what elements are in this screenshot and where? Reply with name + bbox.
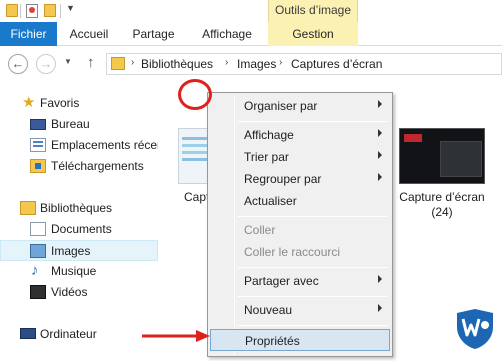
nav-item-label: Téléchargements bbox=[51, 159, 144, 173]
menu-separator bbox=[238, 121, 388, 122]
menu-item-label: Propriétés bbox=[245, 334, 300, 348]
downloads-icon bbox=[30, 159, 46, 173]
menu-item-label: Nouveau bbox=[244, 303, 293, 317]
address-bar[interactable]: › Bibliothèques › Images › Captures d’éc… bbox=[106, 53, 502, 75]
breadcrumb-bibliotheques[interactable]: Bibliothèques bbox=[141, 57, 213, 71]
menu-item-label: Coller bbox=[244, 223, 276, 237]
file-thumbnail[interactable] bbox=[399, 128, 485, 184]
menu-item-label: Affichage bbox=[244, 128, 294, 142]
file-name[interactable]: Capt bbox=[184, 190, 209, 204]
ribbon-tabs: Fichier Accueil Partage Affichage Gestio… bbox=[0, 22, 502, 46]
folder-icon bbox=[111, 57, 125, 70]
context-menu: Organiser par Affichage Trier par Regrou… bbox=[207, 92, 393, 357]
file-name[interactable]: Capture d’écran (24) bbox=[392, 190, 492, 220]
menu-item-label: Actualiser bbox=[244, 194, 297, 208]
breadcrumb-chevron-icon[interactable]: › bbox=[131, 57, 134, 68]
navigation-bar: ← → ▼ ↑ › Bibliothèques › Images › Captu… bbox=[0, 47, 502, 81]
menu-item-label: Organiser par bbox=[244, 99, 318, 113]
menu-separator bbox=[238, 325, 388, 326]
libraries-icon bbox=[20, 201, 36, 215]
nav-item-documents[interactable]: Documents bbox=[0, 219, 158, 240]
documents-icon bbox=[30, 222, 46, 236]
nav-item-label: Bibliothèques bbox=[40, 201, 113, 215]
tab-accueil[interactable]: Accueil bbox=[57, 22, 121, 46]
menu-item-nouveau[interactable]: Nouveau bbox=[210, 299, 390, 321]
separator bbox=[20, 4, 21, 18]
computer-icon bbox=[20, 328, 36, 339]
recent-locations-icon[interactable]: ▼ bbox=[64, 57, 72, 66]
submenu-arrow-icon bbox=[378, 173, 382, 181]
nav-item-emplacements[interactable]: Emplacements récer bbox=[0, 135, 162, 156]
recent-places-icon bbox=[30, 138, 46, 152]
menu-separator bbox=[238, 267, 388, 268]
submenu-arrow-icon bbox=[378, 275, 382, 283]
nav-item-label: Bureau bbox=[51, 117, 90, 131]
properties-icon[interactable] bbox=[26, 4, 38, 18]
menu-item-regrouper-par[interactable]: Regrouper par bbox=[210, 168, 390, 190]
tab-affichage[interactable]: Affichage bbox=[186, 22, 268, 46]
nav-item-label: Images bbox=[51, 244, 91, 258]
nav-item-label: Emplacements récer bbox=[51, 138, 162, 152]
submenu-arrow-icon bbox=[378, 151, 382, 159]
music-icon: ♪ bbox=[31, 262, 39, 279]
watermark-logo-icon bbox=[457, 309, 493, 349]
menu-item-coller[interactable]: Coller bbox=[210, 219, 390, 241]
tab-gestion[interactable]: Gestion bbox=[268, 22, 358, 46]
nav-item-label: Ordinateur bbox=[40, 327, 97, 341]
file-name-count: (24) bbox=[431, 205, 453, 219]
tab-fichier[interactable]: Fichier bbox=[0, 22, 57, 46]
submenu-arrow-icon bbox=[378, 100, 382, 108]
nav-item-images[interactable]: Images bbox=[0, 240, 158, 261]
nav-item-bibliotheques[interactable]: Bibliothèques bbox=[0, 198, 158, 219]
customize-toolbar-icon[interactable]: ▼ bbox=[66, 3, 75, 13]
menu-item-label: Regrouper par bbox=[244, 172, 322, 186]
menu-separator bbox=[238, 216, 388, 217]
navigation-pane: ★ Favoris Bureau Emplacements récer Télé… bbox=[0, 81, 162, 361]
menu-item-label: Coller le raccourci bbox=[244, 245, 341, 259]
menu-item-coller-raccourci[interactable]: Coller le raccourci bbox=[210, 241, 390, 263]
nav-item-label: Musique bbox=[51, 264, 97, 278]
star-icon: ★ bbox=[22, 94, 36, 111]
up-button[interactable]: ↑ bbox=[87, 54, 95, 71]
menu-item-actualiser[interactable]: Actualiser bbox=[210, 190, 390, 212]
nav-item-ordinateur[interactable]: Ordinateur bbox=[0, 324, 158, 345]
breadcrumb-chevron-icon[interactable]: › bbox=[225, 57, 228, 68]
forward-button[interactable]: → bbox=[36, 54, 56, 74]
nav-item-label: Documents bbox=[51, 222, 112, 236]
menu-item-partager-avec[interactable]: Partager avec bbox=[210, 270, 390, 292]
nav-item-videos[interactable]: Vidéos bbox=[0, 282, 158, 303]
back-button[interactable]: ← bbox=[8, 54, 28, 74]
submenu-arrow-icon bbox=[378, 304, 382, 312]
menu-item-trier-par[interactable]: Trier par bbox=[210, 146, 390, 168]
menu-item-label: Partager avec bbox=[244, 274, 319, 288]
annotation-arrow-icon bbox=[142, 330, 210, 342]
nav-item-telechargements[interactable]: Téléchargements bbox=[0, 156, 158, 177]
breadcrumb-chevron-icon[interactable]: › bbox=[279, 57, 282, 68]
nav-item-musique[interactable]: ♪ Musique bbox=[0, 261, 158, 282]
file-name-line: Capture d’écran bbox=[399, 190, 485, 204]
menu-item-organiser-par[interactable]: Organiser par bbox=[210, 95, 390, 117]
menu-item-proprietes[interactable]: Propriétés bbox=[210, 329, 390, 351]
nav-item-favoris[interactable]: ★ Favoris bbox=[0, 93, 158, 114]
breadcrumb-captures[interactable]: Captures d’écran bbox=[291, 57, 382, 71]
desktop-icon bbox=[30, 119, 46, 130]
folder-icon[interactable] bbox=[6, 4, 18, 17]
nav-item-label: Vidéos bbox=[51, 285, 88, 299]
breadcrumb-images[interactable]: Images bbox=[237, 57, 276, 71]
separator bbox=[60, 4, 61, 18]
submenu-arrow-icon bbox=[378, 129, 382, 137]
images-icon bbox=[30, 244, 46, 258]
new-folder-icon[interactable] bbox=[44, 4, 56, 17]
menu-item-affichage[interactable]: Affichage bbox=[210, 124, 390, 146]
title-bar: ▼ bbox=[0, 0, 502, 22]
videos-icon bbox=[30, 285, 46, 299]
menu-separator bbox=[238, 296, 388, 297]
nav-item-bureau[interactable]: Bureau bbox=[0, 114, 158, 135]
annotation-circle bbox=[178, 79, 212, 110]
nav-item-label: Favoris bbox=[40, 96, 80, 110]
menu-item-label: Trier par bbox=[244, 150, 289, 164]
contextual-group-label: Outils d’image bbox=[274, 3, 352, 17]
tab-partage[interactable]: Partage bbox=[121, 22, 186, 46]
